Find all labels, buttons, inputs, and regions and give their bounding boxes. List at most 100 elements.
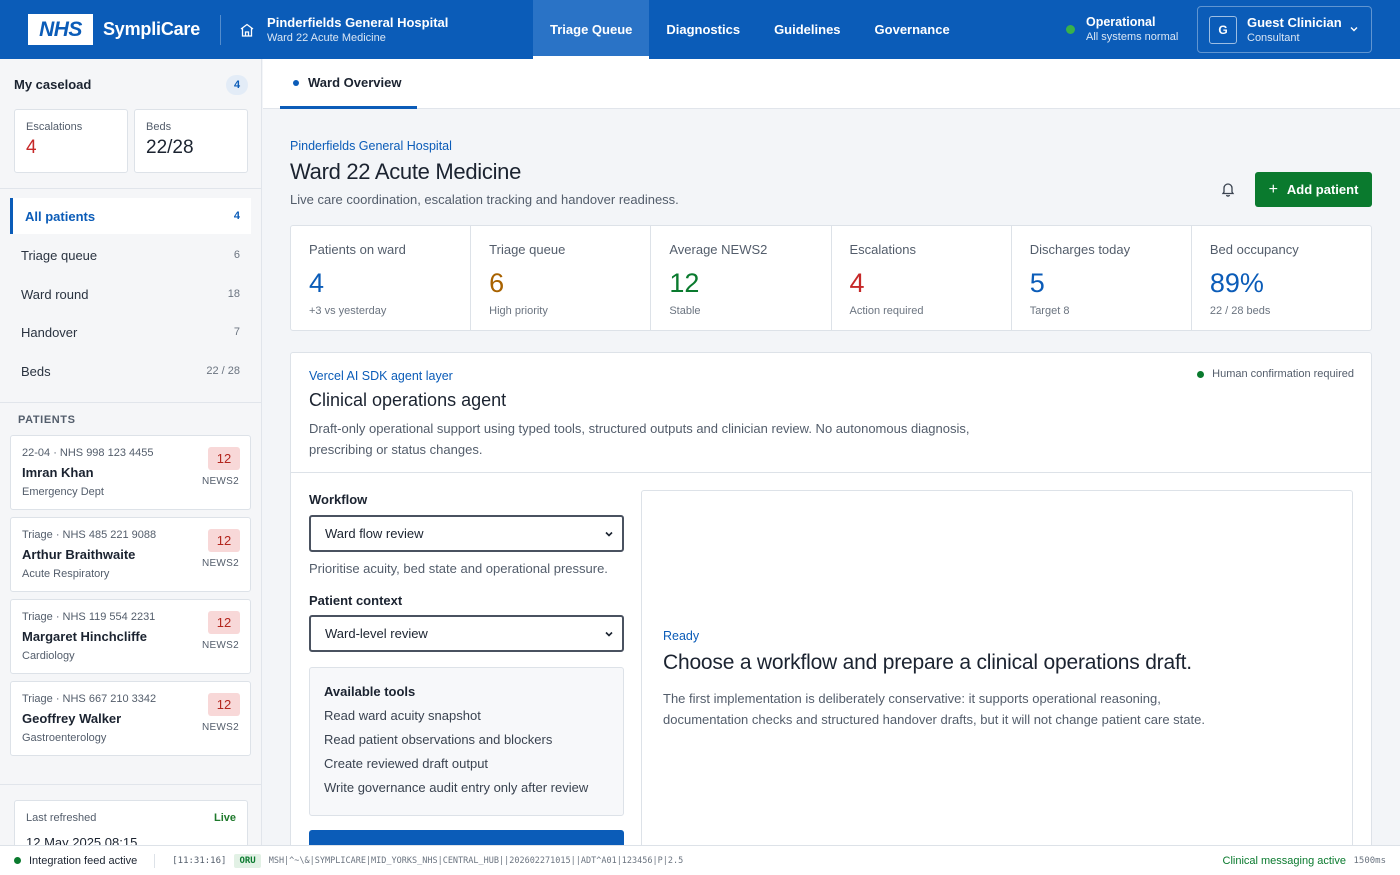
header-divider (220, 14, 222, 45)
workflow-hint: Prioritise acuity, bed state and operati… (309, 561, 608, 576)
stat-value: 89% (1209, 268, 1264, 298)
user-name: Guest Clinician (1247, 15, 1342, 30)
patients-heading: PATIENTS (18, 414, 76, 426)
stat-value: 6 (489, 268, 505, 298)
patient-card[interactable]: Triage · NHS 485 221 9088 Arthur Braithw… (10, 517, 251, 592)
divider (0, 784, 261, 785)
tools-heading: Available tools (324, 684, 416, 699)
tab-bar: Ward Overview (263, 59, 1400, 109)
sidebar-item-label: Handover (21, 324, 78, 340)
patient-department: Cardiology (22, 650, 75, 662)
patient-card[interactable]: Triage · NHS 119 554 2231 Margaret Hinch… (10, 599, 251, 674)
stat-sub: High priority (489, 305, 548, 317)
sidebar-item-label: All patients (25, 208, 96, 224)
feed-status: Integration feed active (29, 854, 138, 867)
refresh-timestamp: 12 May 2025 08:15 (26, 835, 138, 845)
clinical-agent-panel: Vercel AI SDK agent layer Clinical opera… (290, 352, 1372, 845)
stat-sub: 22 / 28 beds (1209, 305, 1271, 317)
stat-value: 12 (669, 268, 700, 298)
divider (154, 853, 156, 868)
caseload-title: My caseload (14, 77, 92, 92)
patient-name: Imran Khan (22, 465, 94, 480)
sidebar-item-count: 22 / 28 (206, 365, 240, 377)
nav-diagnostics[interactable]: Diagnostics (649, 0, 757, 59)
workflow-select[interactable]: Ward flow review (309, 515, 624, 552)
message-type-badge: ORU (234, 853, 261, 868)
stat-average-news2: Average NEWS2 12 Stable (651, 226, 832, 330)
tab-ward-overview[interactable]: Ward Overview (280, 59, 418, 109)
main-nav: Triage Queue Diagnostics Guidelines Gove… (533, 0, 967, 59)
sidebar-item-label: Beds (21, 363, 51, 379)
divider (291, 472, 1371, 473)
beds-kpi: Beds 22/28 (134, 109, 248, 173)
stat-label: Triage queue (489, 242, 566, 257)
nav-triage-queue[interactable]: Triage Queue (533, 0, 650, 59)
sidebar-item-count: 4 (233, 210, 240, 222)
kpi-label: Beds (146, 121, 172, 133)
kpi-value: 4 (26, 137, 37, 158)
patient-department: Gastroenterology (22, 732, 107, 744)
chevron-down-icon (605, 631, 613, 637)
patient-id: Triage · NHS 485 221 9088 (22, 529, 157, 541)
user-menu[interactable]: G Guest Clinician Consultant (1197, 6, 1372, 53)
patient-card[interactable]: 22-04 · NHS 998 123 4455 Imran Khan Emer… (10, 435, 251, 510)
add-patient-button[interactable]: + Add patient (1255, 172, 1372, 207)
refresh-panel: Last refreshed Live 12 May 2025 08:15 (14, 800, 248, 845)
nav-guidelines[interactable]: Guidelines (757, 0, 857, 59)
stat-label: Average NEWS2 (669, 242, 768, 257)
news2-label: NEWS2 (201, 640, 239, 651)
agent-description: Draft-only operational support using typ… (309, 421, 970, 457)
sidebar-item-label: Ward round (21, 286, 89, 302)
output-description: The first implementation is deliberately… (663, 691, 1205, 727)
patient-department: Acute Respiratory (22, 568, 110, 580)
ward-name: Ward 22 Acute Medicine (267, 32, 386, 44)
message-time: [11:31:16] (172, 855, 227, 866)
workflow-value: Ward flow review (325, 526, 424, 541)
news2-score-badge: 12 (208, 447, 240, 470)
add-patient-label: Add patient (1286, 182, 1359, 197)
sidebar-item-label: Triage queue (21, 247, 98, 263)
bell-icon[interactable] (1220, 181, 1236, 197)
ward-stats: Patients on ward 4 +3 vs yesterday Triag… (290, 225, 1372, 331)
tool-item: Create reviewed draft output (324, 756, 489, 771)
kpi-value: 22/28 (146, 137, 194, 158)
status-bar: Integration feed active [11:31:16] ORU M… (0, 845, 1400, 875)
confirmation-badge: Human confirmation required (1197, 368, 1354, 380)
available-tools: Available tools Read ward acuity snapsho… (309, 667, 624, 816)
stat-label: Escalations (849, 242, 916, 257)
patient-name: Margaret Hinchcliffe (22, 629, 147, 644)
status-indicator-icon (1066, 25, 1075, 34)
page-eyebrow: Pinderfields General Hospital (290, 139, 452, 153)
patient-card[interactable]: Triage · NHS 667 210 3342 Geoffrey Walke… (10, 681, 251, 756)
sidebar-item-ward-round[interactable]: Ward round 18 (10, 276, 251, 312)
sidebar-item-handover[interactable]: Handover 7 (10, 314, 251, 350)
status-dot-icon (1197, 370, 1205, 378)
hospital-selector: Pinderfields General Hospital Ward 22 Ac… (239, 15, 448, 44)
latency: 1500ms (1353, 855, 1386, 866)
escalations-kpi: Escalations 4 (14, 109, 128, 173)
stat-sub: Target 8 (1029, 305, 1070, 317)
agent-eyebrow: Vercel AI SDK agent layer (309, 369, 453, 383)
agent-title: Clinical operations agent (309, 390, 507, 410)
stat-sub: Action required (849, 305, 924, 317)
nav-governance[interactable]: Governance (858, 0, 967, 59)
patient-context-select[interactable]: Ward-level review (309, 615, 624, 652)
page-subtitle: Live care coordination, escalation track… (290, 192, 679, 207)
chevron-down-icon (1350, 27, 1358, 32)
prepare-draft-button[interactable] (309, 830, 624, 845)
sidebar-item-all-patients[interactable]: All patients 4 (10, 198, 251, 234)
stat-triage-queue: Triage queue 6 High priority (471, 226, 652, 330)
sidebar-item-triage-queue[interactable]: Triage queue 6 (10, 237, 251, 273)
patient-id: 22-04 · NHS 998 123 4455 (22, 447, 154, 459)
output-title: Choose a workflow and prepare a clinical… (663, 651, 1192, 674)
nhs-logo: NHS (28, 14, 93, 45)
sidebar-item-beds[interactable]: Beds 22 / 28 (10, 353, 251, 389)
patient-name: Geoffrey Walker (22, 711, 122, 726)
brand-name: SympliCare (103, 19, 201, 39)
avatar: G (1209, 15, 1237, 44)
caseload-count-badge: 4 (226, 75, 248, 95)
patient-context-value: Ward-level review (325, 626, 428, 641)
news2-score-badge: 12 (208, 529, 240, 552)
output-status: Ready (663, 629, 700, 643)
hospital-name: Pinderfields General Hospital (267, 15, 449, 30)
